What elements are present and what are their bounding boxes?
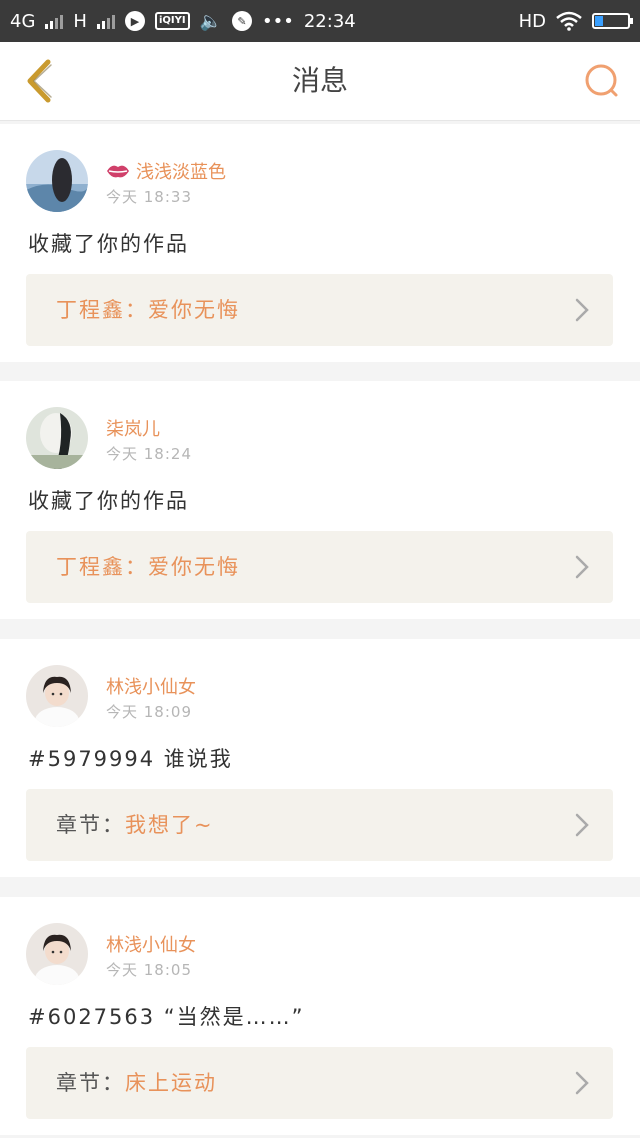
- referenced-chapter[interactable]: 章节：床上运动: [26, 1047, 613, 1119]
- message-card: 柒岚儿 今天 18:24 收藏了你的作品 丁程鑫：爱你无悔: [0, 381, 640, 619]
- search-icon: [585, 64, 618, 97]
- chevron-right-icon: [575, 1071, 589, 1095]
- network2-label: H: [73, 10, 87, 32]
- username[interactable]: 林浅小仙女: [106, 931, 196, 957]
- ref-text: 章节：我想了~: [56, 789, 214, 861]
- avatar[interactable]: [26, 923, 88, 985]
- username-text: 林浅小仙女: [106, 935, 196, 956]
- ref-prefix: 丁程鑫：: [56, 555, 148, 579]
- ref-text: 丁程鑫：爱你无悔: [56, 274, 240, 346]
- message-text: #6027563 “当然是……”: [28, 1005, 305, 1029]
- ref-prefix: 丁程鑫：: [56, 298, 148, 322]
- message-card: 浅浅淡蓝色 今天 18:33 收藏了你的作品 丁程鑫：爱你无悔: [0, 124, 640, 362]
- chevron-right-icon: [575, 298, 589, 322]
- page-title: 消息: [291, 64, 348, 97]
- chevron-right-icon: [575, 555, 589, 579]
- timestamp: 今天 18:09: [106, 703, 192, 721]
- battery-icon: [592, 13, 633, 29]
- referenced-work[interactable]: 丁程鑫：爱你无悔: [26, 531, 613, 603]
- network-label: 4G: [10, 10, 36, 32]
- signal-icon: [45, 13, 64, 29]
- message-card: 林浅小仙女 今天 18:09 #5979994 谁说我 章节：我想了~: [0, 639, 640, 877]
- search-button[interactable]: [578, 56, 628, 106]
- more-icon: •••: [262, 10, 294, 32]
- status-bar: 4G H ▶ iQIYI 🔈 ✎ ••• 22:34 HD: [0, 0, 640, 42]
- message-card: 林浅小仙女 今天 18:05 #6027563 “当然是……” 章节：床上运动: [0, 897, 640, 1135]
- ref-prefix: 章节：: [56, 813, 125, 837]
- iqiyi-icon: iQIYI: [154, 12, 190, 30]
- ref-prefix: 章节：: [56, 1071, 125, 1095]
- clock: 22:34: [303, 10, 356, 32]
- message-text: 收藏了你的作品: [28, 489, 189, 513]
- timestamp: 今天 18:24: [106, 445, 192, 463]
- volume-icon: 🔈: [199, 10, 222, 32]
- nav-bar: 消息: [0, 42, 640, 121]
- hd-label: HD: [518, 10, 546, 32]
- ref-title: 爱你无悔: [148, 555, 240, 579]
- avatar[interactable]: [26, 150, 88, 212]
- username-text: 柒岚儿: [106, 419, 160, 440]
- wifi-icon: [556, 11, 582, 31]
- palette-icon: ✎: [232, 11, 252, 31]
- ref-title: 床上运动: [125, 1071, 217, 1095]
- username[interactable]: 浅浅淡蓝色: [106, 158, 226, 184]
- ref-title: 爱你无悔: [148, 298, 240, 322]
- chevron-right-icon: [575, 813, 589, 837]
- referenced-work[interactable]: 丁程鑫：爱你无悔: [26, 274, 613, 346]
- username-text: 林浅小仙女: [106, 677, 196, 698]
- avatar[interactable]: [26, 665, 88, 727]
- username-text: 浅浅淡蓝色: [136, 162, 226, 183]
- avatar[interactable]: [26, 407, 88, 469]
- message-text: 收藏了你的作品: [28, 232, 189, 256]
- play-icon: ▶: [124, 11, 145, 31]
- lips-icon: [107, 165, 129, 178]
- username[interactable]: 柒岚儿: [106, 415, 160, 441]
- ref-text: 章节：床上运动: [56, 1047, 217, 1119]
- ref-text: 丁程鑫：爱你无悔: [56, 531, 240, 603]
- referenced-chapter[interactable]: 章节：我想了~: [26, 789, 613, 861]
- signal2-icon: [96, 13, 115, 29]
- timestamp: 今天 18:05: [106, 961, 192, 979]
- message-text: #5979994 谁说我: [28, 747, 233, 771]
- username[interactable]: 林浅小仙女: [106, 673, 196, 699]
- ref-title: 我想了~: [125, 813, 214, 837]
- timestamp: 今天 18:33: [106, 188, 192, 206]
